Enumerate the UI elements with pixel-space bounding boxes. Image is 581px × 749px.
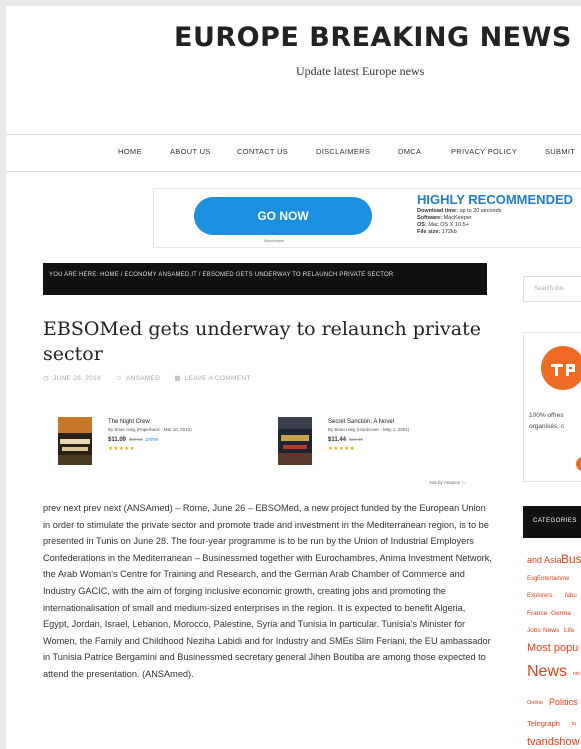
article-body: prev next prev next (ANSAmed) – Rome, Ju… <box>43 503 492 679</box>
book-price-line: $11.09 $15.66 prime <box>108 437 158 443</box>
user-icon: ☺ <box>115 375 123 382</box>
prime-badge: prime <box>145 437 159 443</box>
tag-link[interactable]: France <box>527 610 547 617</box>
tag-link[interactable]: tvandshow <box>527 736 580 748</box>
search-input[interactable]: Search this <box>523 276 581 302</box>
ad-software-value: MacKeeper <box>443 215 472 221</box>
nav-home[interactable]: HOME <box>118 147 142 156</box>
nav-dmca[interactable]: DMCA <box>398 147 421 156</box>
article-author[interactable]: ANSAMED <box>126 375 160 382</box>
main-nav: HOME ABOUT US CONTACT US DISCLAIMERS DMC… <box>6 134 581 172</box>
tag-link[interactable]: Most popu <box>527 642 578 654</box>
book-author: By Brian Haig (Paperback - Mar 10, 2015) <box>108 427 192 432</box>
ad-download-value: up to 20 seconds <box>459 208 502 214</box>
article-meta: ◷ JUNE 26, 2018 ☺ ANSAMED ▩ LEAVE A COMMENT <box>43 374 255 382</box>
book-price: $11.44 <box>328 437 347 443</box>
promo-text: 100% offres organisés, c <box>529 410 564 432</box>
tag-link[interactable]: Germa <box>551 610 571 617</box>
breadcrumb[interactable]: YOU ARE HERE: HOME / ECONOMY ANSAMED.IT … <box>43 263 487 295</box>
comment-icon: ▩ <box>174 375 181 382</box>
ad-download-line: Download time: up to 20 seconds <box>417 208 501 214</box>
tag-link[interactable]: and Asia <box>527 555 562 565</box>
play-icon: ▷ <box>462 480 466 485</box>
nav-submit[interactable]: SUBMIT <box>545 147 575 156</box>
ads-by-amazon[interactable]: Ads by Amazon ▷ <box>429 480 466 486</box>
tag-link[interactable]: Online <box>527 700 543 706</box>
ad-filesize-label: File size: <box>417 229 441 235</box>
ad-os-value: Mac OS X 10.5+ <box>428 222 469 228</box>
leave-comment-link[interactable]: LEAVE A COMMENT <box>185 375 251 382</box>
ad-maker-label: MacKeeper <box>264 238 285 243</box>
book-cover-night-crew[interactable] <box>58 417 92 465</box>
clock-icon: ◷ <box>43 375 49 382</box>
book-author: By Brian Haig (Hardcover - May 1, 2001) <box>328 427 410 432</box>
promo-text-line-2: organisés, c <box>529 423 565 430</box>
tag-link[interactable]: News <box>527 663 567 681</box>
article-title: EBSOMed gets underway to relaunch privat… <box>43 318 481 365</box>
tag-link[interactable]: Telegraph <box>527 719 560 728</box>
tag-link[interactable]: Busi <box>561 552 581 566</box>
nav-disclaimers[interactable]: DISCLAIMERS <box>316 147 370 156</box>
go-now-button[interactable]: GO NOW <box>194 197 372 235</box>
book-title[interactable]: The Night Crew <box>108 419 150 425</box>
tag-link[interactable]: Politics <box>549 697 578 707</box>
tag-link[interactable]: tu <box>572 721 576 727</box>
nav-privacy-policy[interactable]: PRIVACY POLICY <box>451 147 517 156</box>
ad-filesize-line: File size: 172kb <box>417 229 457 235</box>
nav-about-us[interactable]: ABOUT US <box>170 147 211 156</box>
tp-logo-mark <box>551 364 575 376</box>
star-rating: ★★★★★ <box>328 446 356 452</box>
ad-download-label: Download time: <box>417 208 458 214</box>
tag-link[interactable]: net <box>573 671 580 677</box>
tag-link[interactable]: Life <box>564 627 574 634</box>
ad-headline[interactable]: HIGHLY RECOMMENDED <box>417 192 573 207</box>
ads-by-label[interactable]: Ads by Amazon <box>429 480 460 485</box>
book-list-price: $15.66 <box>129 437 143 442</box>
promo-text-line-1: 100% offres <box>529 412 564 419</box>
book-list-price: $24.40 <box>349 437 363 442</box>
tag-link[interactable]: fabu <box>565 593 577 599</box>
nav-contact-us[interactable]: CONTACT US <box>237 147 288 156</box>
site-title[interactable]: EUROPE BREAKING NEWS <box>174 22 572 53</box>
ad-os-label: OS: <box>417 222 427 228</box>
ad-software-line: Software: MacKeeper <box>417 215 472 221</box>
tag-link[interactable]: Explorers <box>527 593 552 599</box>
book-cover-secret-sanction[interactable] <box>278 417 312 465</box>
tag-link[interactable]: Esg <box>527 576 537 582</box>
page: EUROPE BREAKING NEWS Update latest Europ… <box>6 6 581 749</box>
site-description: Update latest Europe news <box>296 64 425 78</box>
tag-link[interactable]: Jobs <box>527 627 541 634</box>
star-rating: ★★★★★ <box>108 446 136 452</box>
tag-link[interactable]: News <box>543 627 559 634</box>
ad-banner[interactable]: GO NOW MacKeeper HIGHLY RECOMMENDED Down… <box>153 188 581 248</box>
tp-logo-icon[interactable] <box>541 346 581 390</box>
book-title[interactable]: Secret Sanction: A Novel <box>328 419 394 425</box>
ad-filesize-value: 172kb <box>441 229 457 235</box>
sidebar-promo[interactable]: 100% offres organisés, c <box>523 332 581 482</box>
tag-link[interactable]: Entertainme <box>537 576 569 582</box>
ad-software-label: Software: <box>417 215 443 221</box>
book-price: $11.09 <box>108 437 127 443</box>
article-date: JUNE 26, 2018 <box>52 375 101 382</box>
book-price-line: $11.44 $24.40 <box>328 437 363 443</box>
promo-action-button[interactable] <box>576 457 581 471</box>
ad-os-line: OS: Mac OS X 10.5+ <box>417 222 469 228</box>
categories-header: CATEGORIES <box>523 506 581 538</box>
